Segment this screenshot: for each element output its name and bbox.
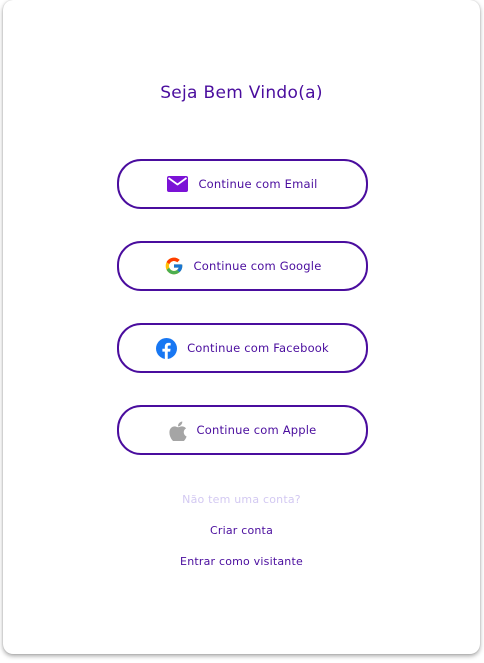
welcome-card: Seja Bem Vindo(a) Continue com Email Con… — [3, 0, 480, 654]
create-account-link[interactable]: Criar conta — [3, 524, 480, 537]
no-account-text: Não tem uma conta? — [182, 493, 301, 506]
continue-with-email-button[interactable]: Continue com Email — [117, 159, 368, 209]
continue-with-facebook-button[interactable]: Continue com Facebook — [117, 323, 368, 373]
continue-with-google-label: Continue com Google — [193, 259, 322, 273]
page-title: Seja Bem Vindo(a) — [160, 83, 323, 103]
apple-icon — [168, 420, 187, 441]
continue-with-google-button[interactable]: Continue com Google — [117, 241, 368, 291]
continue-with-apple-button[interactable]: Continue com Apple — [117, 405, 368, 455]
envelope-icon — [167, 176, 189, 192]
facebook-icon — [156, 337, 178, 359]
google-icon — [164, 256, 184, 276]
guest-login-link[interactable]: Entrar como visitante — [3, 555, 480, 568]
continue-with-facebook-label: Continue com Facebook — [187, 341, 329, 355]
continue-with-apple-label: Continue com Apple — [196, 423, 317, 437]
continue-with-email-label: Continue com Email — [198, 177, 318, 191]
